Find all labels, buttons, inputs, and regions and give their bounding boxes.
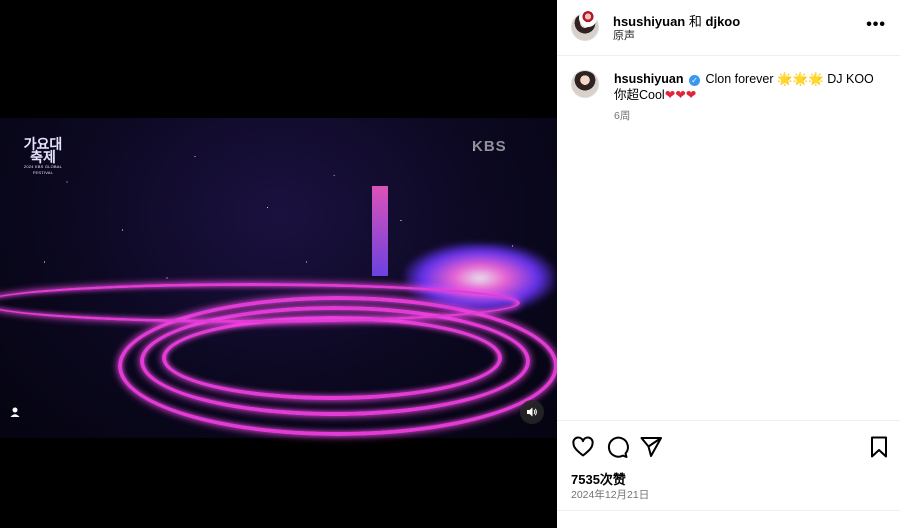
- speaker-icon[interactable]: [520, 400, 544, 424]
- original-audio-link[interactable]: 原声: [613, 27, 635, 43]
- caption-timestamp[interactable]: 6周: [614, 108, 630, 123]
- post-date[interactable]: 2024年12月21日: [571, 487, 649, 502]
- sun-emoji-icon: 🌟: [808, 72, 824, 86]
- caption-text-part1: Clon forever: [705, 72, 774, 86]
- like-count[interactable]: 7535次赞: [571, 469, 626, 488]
- stage-logo-text: 가요대축제: [23, 136, 63, 165]
- bookmark-icon[interactable]: [867, 435, 891, 459]
- collab-username[interactable]: djkoo: [706, 14, 741, 29]
- post-side-panel: hsushiyuan 和 djkoo 原声 ••• hsushiyuan ✓ C…: [557, 0, 900, 528]
- collab-avatar[interactable]: [579, 9, 597, 27]
- verified-badge-icon: ✓: [688, 75, 700, 86]
- broadcaster-watermark: KBS: [472, 138, 507, 155]
- stage-logo: 가요대축제 2024 KBS GLOBAL FESTIVAL: [22, 136, 64, 178]
- stage-logo-subtext: 2024 KBS GLOBAL FESTIVAL: [23, 164, 63, 175]
- post-media[interactable]: 가요대축제 2024 KBS GLOBAL FESTIVAL KBS: [0, 0, 557, 528]
- video-player[interactable]: 가요대축제 2024 KBS GLOBAL FESTIVAL KBS: [0, 118, 557, 438]
- caption-text: hsushiyuan ✓ Clon forever 🌟🌟🌟 DJ KOO你超Co…: [614, 71, 884, 103]
- stage-ring-far: [0, 283, 520, 323]
- comment-icon[interactable]: [605, 435, 629, 459]
- more-horizontal-icon[interactable]: •••: [866, 16, 886, 34]
- stage-ring-inner: [162, 316, 502, 400]
- user-tag-icon[interactable]: [6, 406, 24, 424]
- heart-emoji-icon: ❤: [664, 88, 676, 102]
- caption-username[interactable]: hsushiyuan: [614, 72, 683, 86]
- sun-emoji-icon: 🌟: [777, 72, 793, 86]
- heart-icon[interactable]: [571, 435, 595, 459]
- collab-joiner: 和: [688, 14, 702, 29]
- action-bar: [557, 420, 900, 468]
- stage-light-tower: [372, 186, 388, 276]
- divider: [557, 510, 900, 511]
- caption-comment: hsushiyuan ✓ Clon forever 🌟🌟🌟 DJ KOO你超Co…: [557, 58, 900, 128]
- send-icon[interactable]: [639, 435, 663, 459]
- avatar[interactable]: [571, 70, 599, 98]
- heart-emoji-icon: ❤: [675, 88, 686, 102]
- sun-emoji-icon: 🌟: [792, 72, 809, 86]
- heart-emoji-icon: ❤: [685, 88, 697, 102]
- post-header: hsushiyuan 和 djkoo 原声 •••: [557, 0, 900, 56]
